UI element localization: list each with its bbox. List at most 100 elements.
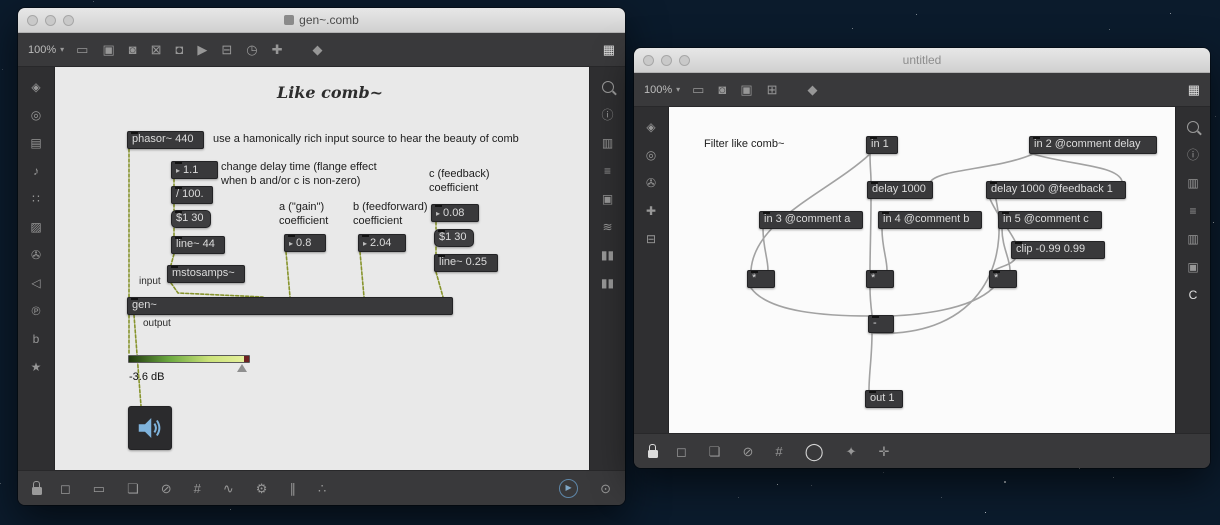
patcher-view-icon[interactable]: ▭ [76, 43, 88, 56]
object-box-line-44[interactable]: line~ 44 [171, 236, 225, 254]
layers-icon[interactable]: ❏ [127, 482, 139, 495]
object-box-9[interactable]: * [747, 270, 775, 288]
audio-mute-icon[interactable]: ⊘ [742, 445, 753, 458]
sidebar-columns-icon[interactable]: ▥ [602, 137, 613, 149]
zoom-control[interactable]: 100% ▾ [644, 84, 680, 96]
select-tool-icon[interactable]: ◻ [60, 482, 71, 495]
comment-tool-icon[interactable]: ◙ [718, 83, 726, 96]
object-box-12[interactable]: - [868, 315, 894, 333]
titlebar[interactable]: untitled [634, 48, 1210, 73]
key-icon[interactable]: ✦ [846, 445, 857, 458]
activity-ring-icon[interactable]: ◯ [805, 443, 824, 460]
patch-cord[interactable] [1032, 153, 1123, 182]
midi-note-icon[interactable]: ♪ [33, 165, 39, 177]
patch-cord[interactable] [930, 153, 1034, 182]
object-palette-icon[interactable]: ▣ [740, 83, 752, 96]
object-box-tool-icon[interactable]: ◘ [176, 43, 184, 56]
object-grid-icon[interactable]: ▦ [603, 43, 615, 56]
number-box-0-08[interactable]: ▸ 0.08 [431, 204, 479, 222]
patch-cord[interactable] [994, 258, 1016, 271]
snapshot-camera-icon[interactable]: ▣ [602, 193, 613, 205]
media-image-icon[interactable]: ▨ [30, 221, 41, 233]
paperclip-icon[interactable]: ✇ [31, 249, 41, 261]
audio-mute-icon[interactable]: ⊘ [161, 482, 172, 495]
object-box-line-0-25[interactable]: line~ 0.25 [434, 254, 498, 272]
grid-snap-icon[interactable]: # [775, 445, 782, 458]
clock-icon[interactable]: ◷ [246, 43, 257, 56]
paint-bucket-icon[interactable]: ◆ [808, 83, 818, 96]
patch-cord[interactable] [869, 198, 872, 271]
power-icon[interactable]: ⊙ [600, 482, 611, 495]
inspector-info-icon[interactable]: ⓘ [1187, 149, 1199, 161]
transport-run-icon[interactable]: ▶ [559, 478, 579, 498]
paint-bucket-icon[interactable]: ◆ [313, 43, 323, 56]
comment-tool-icon[interactable]: ◙ [129, 43, 137, 56]
zoom-button[interactable] [63, 14, 74, 26]
search-icon[interactable] [601, 81, 614, 93]
lock-icon[interactable] [32, 480, 42, 495]
matrix-icon[interactable]: ∷ [32, 193, 40, 205]
filter-curves-icon[interactable]: ≋ [602, 221, 612, 233]
snapshot-camera-icon[interactable]: ▣ [1187, 261, 1198, 273]
patch-cord[interactable] [750, 287, 871, 317]
number-box-0-8[interactable]: ▸ 0.8 [284, 234, 326, 252]
patch-cord[interactable] [435, 271, 444, 298]
message-box-tool-icon[interactable]: ⊟ [221, 43, 232, 56]
console-cube-icon[interactable]: ◈ [31, 81, 40, 93]
patch-cord[interactable] [285, 251, 291, 298]
object-grid-icon[interactable]: ▦ [1188, 83, 1200, 96]
console-cube-icon[interactable]: ◈ [646, 121, 655, 133]
close-button[interactable] [643, 54, 654, 66]
audio-status-icon[interactable]: ◎ [31, 109, 41, 121]
tools-gear-icon[interactable]: ⚙ [256, 482, 268, 495]
collapse-icon[interactable]: ⊟ [646, 233, 656, 245]
object-box-11[interactable]: * [989, 270, 1017, 288]
select-tool-icon[interactable]: ◻ [676, 445, 687, 458]
number-box-2-04[interactable]: ▸ 2.04 [358, 234, 406, 252]
meter-handle-handle[interactable] [237, 364, 247, 372]
object-box-100[interactable]: / 100. [171, 186, 213, 204]
patcher-canvas[interactable]: Filter like comb~ in 1 in 2 @comment delay… [669, 107, 1175, 433]
object-box-in-3-comment-a[interactable]: in 3 @comment a [759, 211, 863, 229]
level-meters-b-icon[interactable]: ▮▮ [601, 277, 614, 289]
dot-grid-icon[interactable]: ∴ [318, 482, 326, 495]
add-icon[interactable]: ✚ [646, 205, 656, 217]
object-box-delay-1000-feedback-1[interactable]: delay 1000 @feedback 1 [986, 181, 1126, 199]
minimize-button[interactable] [45, 14, 56, 26]
playbar-icon[interactable]: ▶ [197, 43, 207, 56]
cycling-logo-icon[interactable]: C [1189, 289, 1198, 301]
message-box-1-30[interactable]: $1 30 [171, 210, 211, 228]
patch-cord[interactable] [868, 332, 873, 391]
object-box-10[interactable]: * [866, 270, 894, 288]
presentation-mode-icon[interactable]: ▭ [93, 482, 105, 495]
patcher-view-icon[interactable]: ▭ [692, 83, 704, 96]
meters-toggle-icon[interactable]: ∥ [289, 482, 296, 495]
patch-cord[interactable] [1001, 228, 1011, 271]
object-box-in-5-comment-c[interactable]: in 5 @comment c [998, 211, 1102, 229]
object-box-in-1[interactable]: in 1 [866, 136, 898, 154]
object-box-mstosamps[interactable]: mstosamps~ [167, 265, 245, 283]
max-console-icon[interactable]: ▣ [102, 43, 114, 56]
minimize-button[interactable] [661, 54, 672, 66]
patcher-canvas[interactable]: Like comb~ phasor~ 440 use a hamonically r… [55, 67, 589, 470]
add-object-icon[interactable]: ✚ [272, 43, 283, 56]
inspector-info-icon[interactable]: ⓘ [601, 109, 613, 121]
object-box-phasor-440[interactable]: phasor~ 440 [127, 131, 204, 149]
object-box-delay-1000[interactable]: delay 1000 [867, 181, 933, 199]
packages-icon[interactable]: ℗ [32, 305, 41, 317]
search-icon[interactable] [1187, 121, 1199, 133]
reference-columns-icon[interactable]: ▥ [1187, 233, 1198, 245]
patch-cord[interactable] [869, 287, 873, 316]
level-meter-meter[interactable] [128, 355, 250, 363]
console-list-icon[interactable]: ≡ [604, 165, 611, 177]
dice-icon[interactable]: ⊞ [767, 83, 778, 96]
beap-icon[interactable]: b [33, 333, 40, 345]
patch-cord[interactable] [170, 253, 175, 266]
grid-snap-icon[interactable]: # [194, 482, 201, 495]
object-box-gen[interactable]: gen~ [127, 297, 453, 315]
titlebar[interactable]: gen~.comb [18, 8, 625, 33]
speaker-side-icon[interactable]: ◁ [31, 277, 40, 289]
lessons-panel-icon[interactable]: ▤ [30, 137, 41, 149]
message-box-1-30[interactable]: $1 30 [434, 229, 474, 247]
patch-cord[interactable] [871, 180, 1000, 334]
